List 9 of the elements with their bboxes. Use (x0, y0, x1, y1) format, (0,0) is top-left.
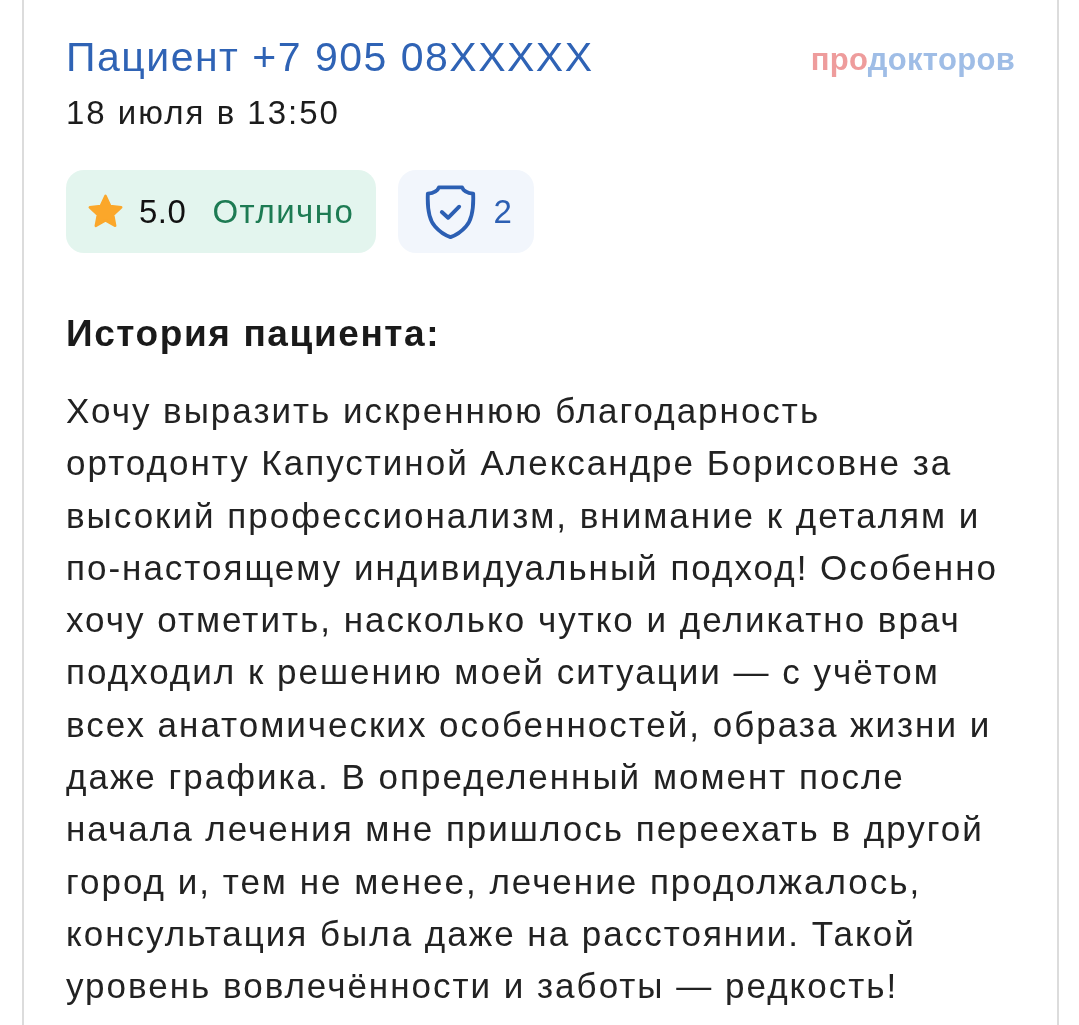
story-text: Хочу выразить искреннюю благодарность ортодонту Капустиной Александре Борисовне за высокий профессионализм, внимание к деталям и по-настоящему индивидуальный подход! Особенно хочу отметить, насколько чутко и деликатно врач подходил к решению моей ситуации — с учётом всех анатомических особенностей, образа жизни и даже графика. В определенный момент после начала лечения мне пришлось переехать в другой город и, тем не менее, лечение продолжалось, консультация была даже на расстоянии. Такой уровень вовлечённости и заботы — редкость! (66, 390, 998, 1008)
rating-value: 5.0 (139, 192, 187, 231)
section-heading: История пациента: (66, 312, 441, 356)
rating-label: Отлично (212, 192, 355, 231)
author-link[interactable]: Пациент +7 905 08XXXXX (66, 34, 594, 80)
review-date: 18 июля в 13:50 (66, 94, 340, 132)
verified-count: 2 (493, 192, 512, 231)
star-icon (87, 193, 124, 230)
shield-check-icon (425, 184, 477, 239)
